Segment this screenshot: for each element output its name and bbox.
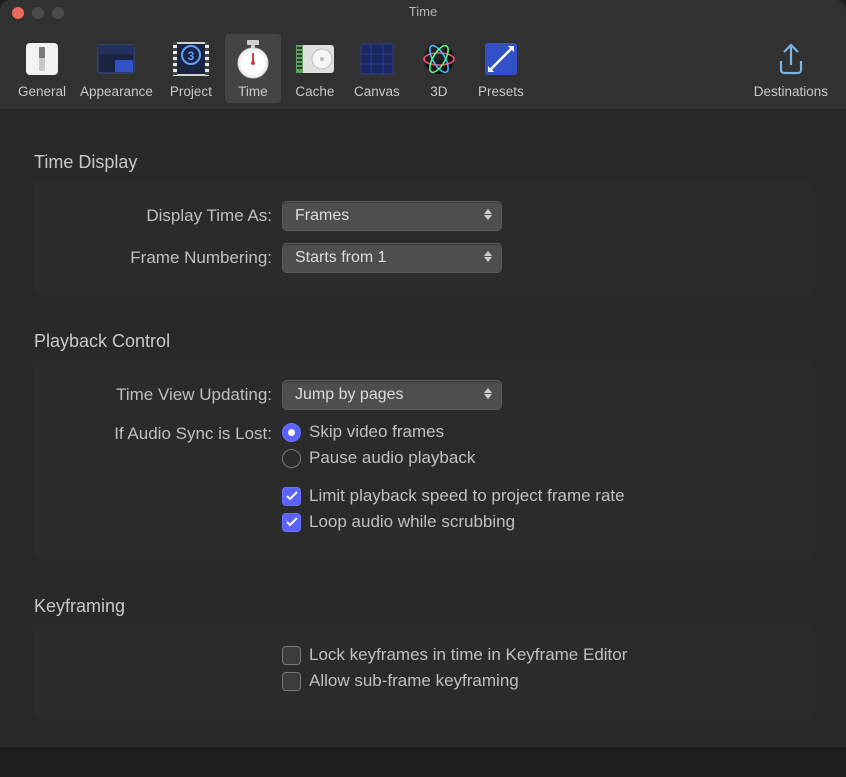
- tab-presets[interactable]: Presets: [473, 34, 529, 103]
- select-value: Jump by pages: [295, 386, 404, 404]
- tab-appearance[interactable]: Appearance: [76, 34, 157, 103]
- audio-sync-label: If Audio Sync is Lost:: [52, 422, 272, 444]
- tab-3d[interactable]: 3D: [411, 34, 467, 103]
- tab-cache[interactable]: Cache: [287, 34, 343, 103]
- destinations-icon: [767, 38, 815, 80]
- radio-icon: [282, 423, 301, 442]
- frame-numbering-select[interactable]: Starts from 1: [282, 243, 502, 273]
- tab-label: General: [18, 84, 66, 99]
- tab-canvas[interactable]: Canvas: [349, 34, 405, 103]
- radio-label: Pause audio playback: [309, 448, 475, 468]
- display-time-as-select[interactable]: Frames: [282, 201, 502, 231]
- tab-project[interactable]: 3 Project: [163, 34, 219, 103]
- radio-pause-audio-playback[interactable]: Pause audio playback: [282, 448, 794, 468]
- checkbox-label: Lock keyframes in time in Keyframe Edito…: [309, 645, 627, 665]
- project-icon: 3: [167, 38, 215, 80]
- checkbox-lock-keyframes[interactable]: Lock keyframes in time in Keyframe Edito…: [282, 645, 794, 665]
- 3d-icon: [415, 38, 463, 80]
- presets-icon: [477, 38, 525, 80]
- general-icon: [18, 38, 66, 80]
- svg-text:3: 3: [188, 49, 195, 63]
- checkbox-icon: [282, 487, 301, 506]
- checkbox-label: Limit playback speed to project frame ra…: [309, 486, 625, 506]
- section-playback-control: Time View Updating: Jump by pages If Aud…: [34, 360, 812, 558]
- tab-destinations[interactable]: Destinations: [750, 34, 832, 103]
- section-time-display: Display Time As: Frames Frame Numbering:…: [34, 181, 812, 293]
- titlebar: Time: [0, 0, 846, 26]
- time-view-updating-label: Time View Updating:: [52, 385, 272, 405]
- checkbox-icon: [282, 646, 301, 665]
- frame-numbering-label: Frame Numbering:: [52, 248, 272, 268]
- checkbox-icon: [282, 513, 301, 532]
- tab-label: Presets: [478, 84, 524, 99]
- radio-skip-video-frames[interactable]: Skip video frames: [282, 422, 794, 442]
- display-time-as-label: Display Time As:: [52, 206, 272, 226]
- tab-time[interactable]: Time: [225, 34, 281, 103]
- checkbox-loop-audio-scrubbing[interactable]: Loop audio while scrubbing: [282, 512, 794, 532]
- select-value: Frames: [295, 207, 349, 225]
- radio-icon: [282, 449, 301, 468]
- window-title: Time: [0, 4, 846, 19]
- tab-label: Canvas: [354, 84, 400, 99]
- section-keyframing: Lock keyframes in time in Keyframe Edito…: [34, 625, 812, 717]
- tab-label: Appearance: [80, 84, 153, 99]
- select-value: Starts from 1: [295, 249, 387, 267]
- section-title-keyframing: Keyframing: [34, 596, 812, 617]
- tab-general[interactable]: General: [14, 34, 70, 103]
- chevron-updown-icon: [483, 251, 493, 262]
- chevron-updown-icon: [483, 388, 493, 399]
- checkbox-label: Allow sub-frame keyframing: [309, 671, 519, 691]
- tab-label: Cache: [295, 84, 334, 99]
- appearance-icon: [92, 38, 140, 80]
- radio-label: Skip video frames: [309, 422, 444, 442]
- canvas-icon: [353, 38, 401, 80]
- time-icon: [229, 38, 277, 80]
- tab-label: Project: [170, 84, 212, 99]
- tab-label: 3D: [430, 84, 447, 99]
- checkbox-allow-subframe[interactable]: Allow sub-frame keyframing: [282, 671, 794, 691]
- tab-label: Time: [238, 84, 268, 99]
- section-title-playback: Playback Control: [34, 331, 812, 352]
- tab-label: Destinations: [754, 84, 828, 99]
- checkbox-limit-playback-speed[interactable]: Limit playback speed to project frame ra…: [282, 486, 794, 506]
- time-view-updating-select[interactable]: Jump by pages: [282, 380, 502, 410]
- preferences-toolbar: General Appearance 3 Project Time Cache …: [0, 26, 846, 110]
- chevron-updown-icon: [483, 209, 493, 220]
- checkbox-label: Loop audio while scrubbing: [309, 512, 515, 532]
- checkbox-icon: [282, 672, 301, 691]
- section-title-time-display: Time Display: [34, 152, 812, 173]
- cache-icon: [291, 38, 339, 80]
